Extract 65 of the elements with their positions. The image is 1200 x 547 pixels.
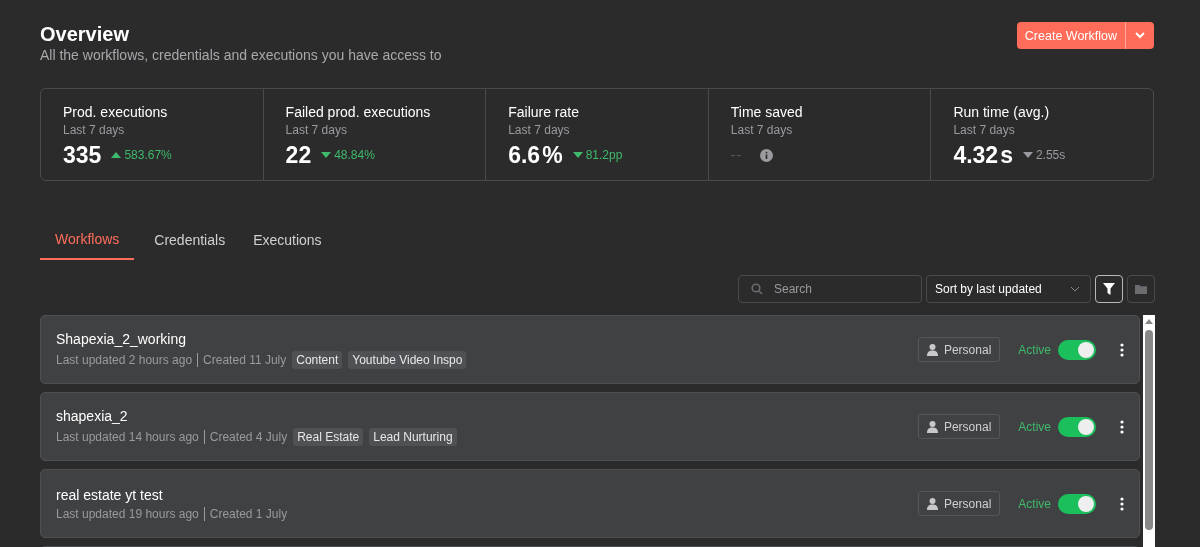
active-toggle[interactable] — [1058, 493, 1096, 514]
stat-change: 48.84% — [321, 148, 375, 162]
active-toggle[interactable] — [1058, 416, 1096, 437]
stat-period: Last 7 days — [63, 123, 126, 137]
tag[interactable]: Real Estate — [293, 428, 364, 446]
workflow-name: Shapexia_2_working — [56, 330, 187, 348]
tab[interactable]: Credentials — [146, 231, 234, 260]
stat-value: 22 — [285, 141, 312, 169]
search-field[interactable]: Search — [738, 275, 922, 303]
person-icon — [926, 343, 938, 356]
workflow-created: Created 11 July — [203, 353, 287, 367]
active-toggle[interactable] — [1058, 339, 1096, 360]
stat-label: Failed prod. executions — [285, 104, 432, 121]
stat-period: Last 7 days — [953, 123, 1016, 137]
page-title: Overview — [40, 22, 130, 46]
stat-period: Last 7 days — [508, 123, 571, 137]
stat-change: 583.67% — [111, 148, 172, 162]
person-icon — [926, 497, 938, 510]
workflow-created: Created 4 July — [209, 430, 288, 444]
filter-button[interactable] — [1095, 275, 1123, 303]
page-subtitle: All the workflows, credentials and executions you have access to — [40, 47, 442, 63]
stat-change: 81.2pp — [572, 148, 623, 162]
filter-icon — [1103, 283, 1115, 295]
workflow-card[interactable]: shapexia_2 Last updated 14 hours ago Created 4 July Real Estate Lead Nurturing Personal Active — [40, 392, 1140, 461]
workflow-created: Created 1 July — [209, 507, 288, 521]
owner-badge: Personal — [917, 491, 1001, 516]
stat-value: -- — [730, 147, 743, 163]
workflow-updated: Last updated 2 hours ago — [56, 353, 193, 367]
chevron-down-icon — [1070, 286, 1080, 292]
tag[interactable]: Youtube Video Inspo — [348, 351, 467, 369]
stat-label: Run time (avg.) — [953, 104, 1051, 121]
chevron-down-icon — [1135, 32, 1145, 39]
workflow-updated: Last updated 14 hours ago — [56, 430, 199, 444]
stat-period: Last 7 days — [730, 123, 794, 137]
tag[interactable]: Lead Nurturing — [369, 428, 457, 446]
stat-value: 335 — [63, 141, 102, 169]
folder-icon — [1135, 284, 1147, 294]
owner-badge: Personal — [917, 337, 1001, 362]
status-label: Active — [1018, 496, 1051, 511]
owner-badge: Personal — [917, 414, 1001, 439]
search-icon — [751, 283, 763, 295]
person-icon — [926, 420, 938, 433]
stat-label: Prod. executions — [63, 104, 169, 121]
stat-label: Time saved — [730, 104, 804, 121]
scrollbar[interactable] — [1143, 315, 1155, 547]
status-label: Active — [1018, 342, 1051, 357]
status-label: Active — [1018, 419, 1051, 434]
stat-change: 2.55s — [1022, 148, 1066, 162]
stat-period: Last 7 days — [285, 123, 348, 137]
info-icon[interactable] — [760, 148, 774, 162]
more-icon[interactable] — [1120, 496, 1124, 511]
stat-value: 6.6% — [508, 141, 563, 169]
workflow-card[interactable]: real estate yt test Last updated 19 hours ago Created 1 July Personal Active — [40, 469, 1140, 538]
sort-dropdown[interactable]: Sort by last updated — [926, 275, 1091, 303]
tab[interactable]: Workflows — [40, 231, 135, 260]
more-icon[interactable] — [1120, 342, 1124, 357]
workflow-updated: Last updated 19 hours ago — [56, 507, 199, 521]
tag[interactable]: Content — [292, 351, 343, 369]
workflow-card[interactable]: Shapexia_2_working Last updated 2 hours ago Created 11 July Content Youtube Video Inspo Personal Active — [40, 315, 1140, 384]
workflow-name: shapexia_2 — [56, 407, 129, 425]
workflow-name: real estate yt test — [56, 486, 164, 504]
tab[interactable]: Executions — [245, 231, 330, 260]
more-icon[interactable] — [1120, 419, 1124, 434]
stat-value: 4.32s — [953, 141, 1013, 169]
stat-label: Failure rate — [508, 104, 580, 121]
